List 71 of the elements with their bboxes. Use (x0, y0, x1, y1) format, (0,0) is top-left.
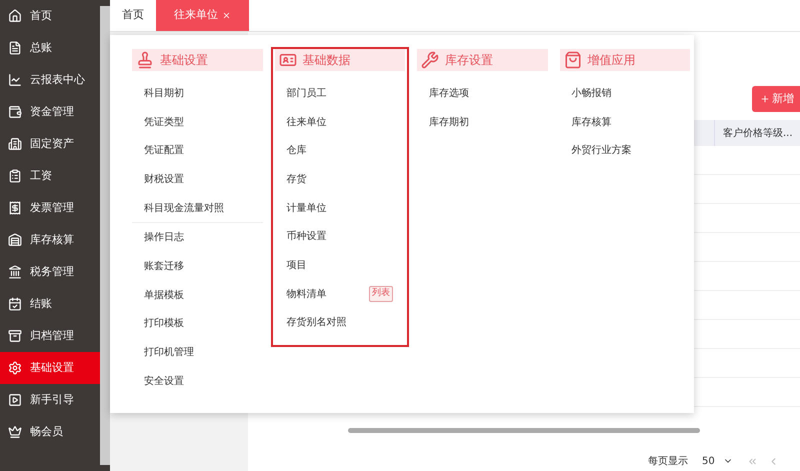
first-page-icon[interactable] (746, 456, 758, 466)
menu-item[interactable]: 财税设置 (144, 172, 184, 187)
wallet-icon (8, 105, 22, 119)
wrench-icon (421, 51, 439, 69)
menu-item[interactable]: 外贸行业方案 (572, 143, 632, 158)
menu-item[interactable]: 往来单位 (286, 114, 326, 130)
sidebar-item[interactable]: 云报表中心 (0, 64, 100, 96)
menu-item[interactable]: 科目现金流量对照 (144, 200, 224, 216)
tab[interactable]: 首页 (110, 0, 156, 31)
sidebar-item[interactable]: 固定资产 (0, 128, 100, 160)
menu-item[interactable]: 凭证配置 (144, 143, 184, 158)
sidebar-item[interactable]: 新手引导 (0, 384, 100, 416)
menu-item[interactable]: 库存核算 (572, 114, 612, 130)
sidebar-item[interactable]: 库存核算 (0, 224, 100, 256)
document-icon (8, 41, 22, 55)
menu-item[interactable]: 存货 (286, 172, 306, 187)
sidebar-item[interactable]: 结账 (0, 288, 100, 320)
archive-icon (8, 329, 22, 343)
sidebar-item[interactable]: 畅会员 (0, 416, 100, 448)
crown-icon (8, 425, 22, 439)
menu-item[interactable]: 部门员工 (286, 86, 326, 101)
section-header: 基础数据 (274, 49, 405, 71)
close-icon[interactable] (222, 11, 231, 20)
sidebar-item[interactable]: 资金管理 (0, 96, 100, 128)
sidebar-item[interactable]: 基础设置 (0, 352, 100, 384)
add-button[interactable]: 新增 (752, 86, 800, 112)
bank-icon (8, 265, 22, 279)
menu-item[interactable]: 仓库 (286, 143, 306, 158)
page-size-label: 每页显示 (648, 454, 688, 468)
menu-item[interactable]: 库存选项 (429, 86, 469, 101)
bag-icon (564, 51, 582, 69)
receipt-icon (8, 201, 22, 215)
home-icon (8, 9, 22, 23)
menu-item[interactable]: 币种设置 (286, 229, 326, 244)
section-header: 增值应用 (560, 49, 690, 71)
menu-item[interactable]: 安全设置 (144, 374, 184, 389)
id-card-icon (278, 51, 296, 69)
play-icon (8, 393, 22, 407)
tag: 列表 (369, 286, 393, 302)
menu-item[interactable]: 操作日志 (144, 230, 184, 246)
warehouse-icon (8, 233, 22, 247)
menu-item[interactable]: 账套迁移 (144, 258, 184, 274)
plus-icon (760, 94, 770, 104)
menu-item[interactable]: 计量单位 (286, 200, 326, 216)
menu-item[interactable]: 小畅报销 (572, 86, 612, 101)
menu-item[interactable]: 物料清单 (286, 286, 326, 302)
sidebar-item[interactable]: 首页 (0, 0, 100, 32)
settings-icon (8, 361, 22, 375)
menu-item[interactable]: 打印模板 (144, 316, 184, 332)
page-size-select[interactable]: 50 (698, 454, 737, 468)
menu-item[interactable]: 单据模板 (144, 288, 184, 303)
menu-item[interactable]: 凭证类型 (144, 114, 184, 130)
line-chart-icon (8, 73, 22, 87)
menu-item[interactable]: 存货别名对照 (286, 315, 346, 330)
building-icon (8, 137, 22, 151)
section-header: 基础设置 (132, 49, 262, 71)
clipboard-icon (8, 169, 22, 183)
stamp-icon (136, 51, 154, 69)
calendar-check-icon (8, 297, 22, 311)
sidebar-item[interactable]: 归档管理 (0, 320, 100, 352)
sidebar-item[interactable]: 发票管理 (0, 192, 100, 224)
menu-item[interactable]: 科目期初 (144, 86, 184, 101)
column-header: 客户价格等级... (714, 120, 800, 146)
menu-item[interactable]: 打印机管理 (144, 345, 194, 360)
section-header: 库存设置 (417, 49, 548, 71)
menu-item[interactable]: 项目 (286, 258, 306, 273)
menu-item[interactable]: 库存期初 (429, 114, 469, 130)
sidebar-item[interactable]: 税务管理 (0, 256, 100, 288)
sidebar-item[interactable]: 总账 (0, 32, 100, 64)
sidebar-item[interactable]: 工资 (0, 160, 100, 192)
tab[interactable]: 往来单位 (156, 0, 249, 31)
